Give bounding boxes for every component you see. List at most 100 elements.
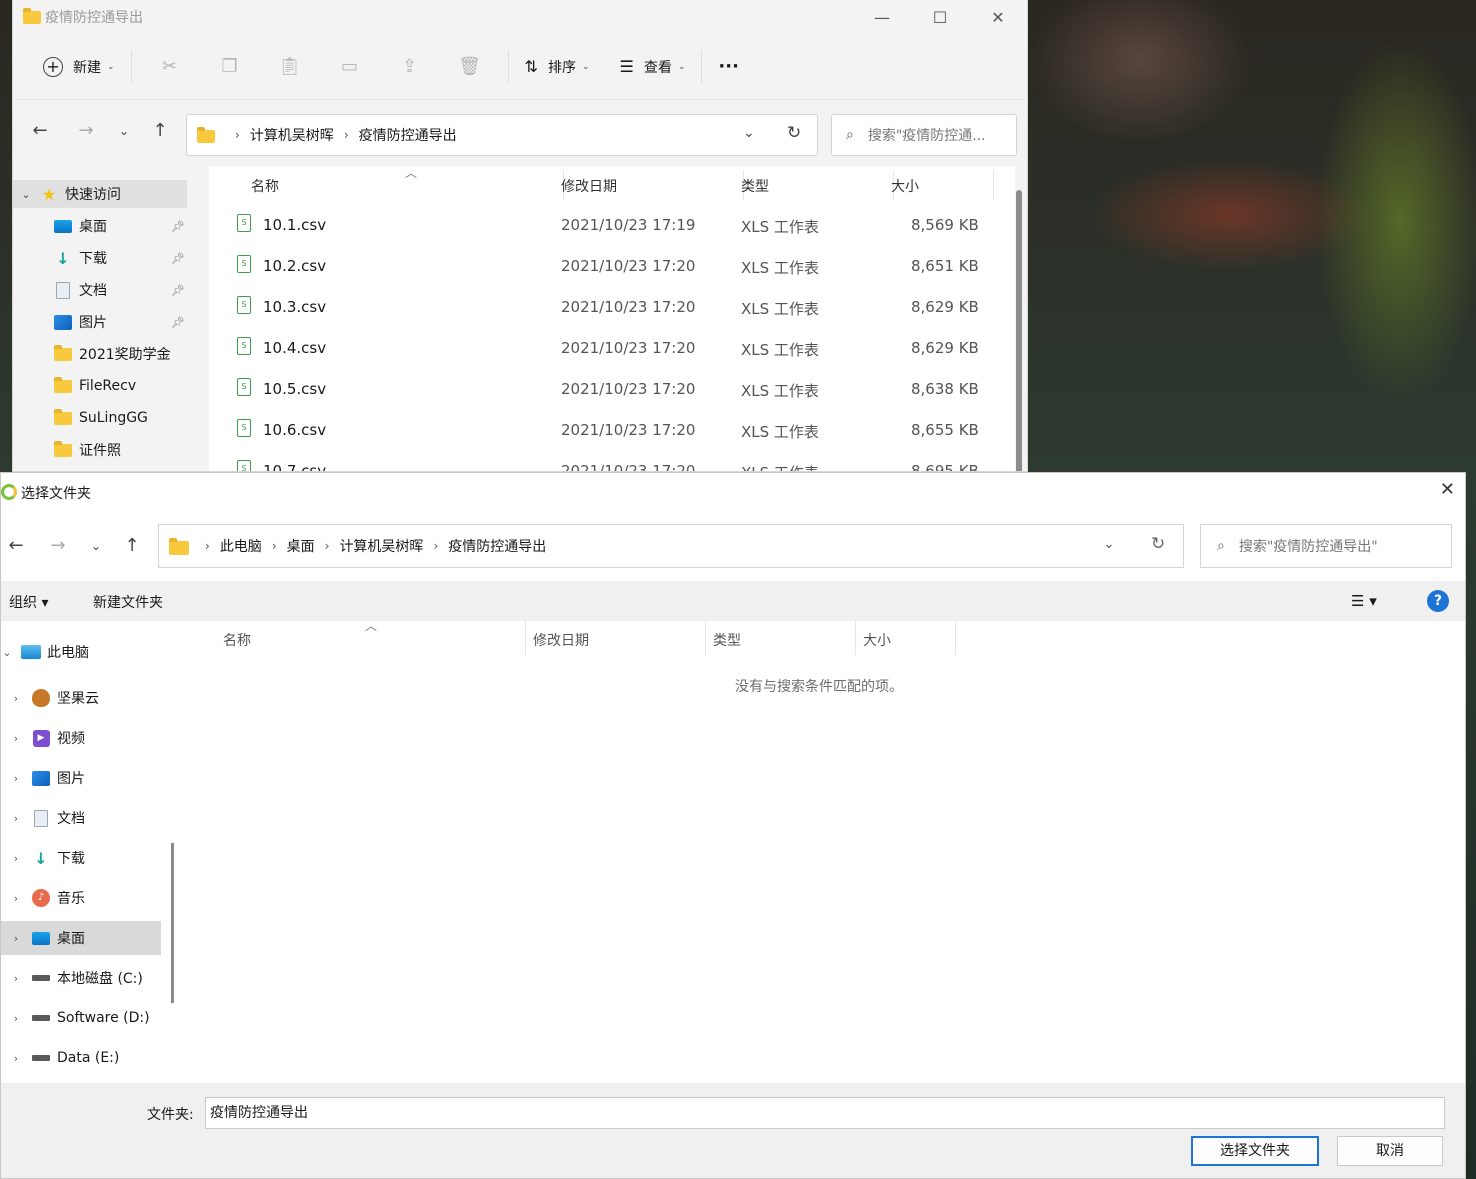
view-options-icon[interactable]: ☰ ▾ bbox=[1351, 592, 1377, 610]
chevron-right-icon[interactable]: › bbox=[1, 1052, 31, 1065]
maximize-button[interactable]: ☐ bbox=[911, 0, 969, 34]
back-arrow-icon[interactable]: ← bbox=[1, 535, 31, 556]
column-header-modified[interactable]: 修改日期 bbox=[561, 176, 617, 196]
dialog-title-bar[interactable]: 选择文件夹 ✕ bbox=[1, 473, 1465, 511]
dialog-address-bar[interactable]: › 此电脑 › 桌面 › 计算机吴树晖 › 疫情防控通导出 ⌄ ↻ bbox=[158, 524, 1184, 568]
breadcrumb-item[interactable]: 此电脑 bbox=[220, 536, 262, 556]
vertical-scrollbar[interactable] bbox=[1016, 190, 1022, 471]
tree-item[interactable]: › 本地磁盘 (C:) bbox=[1, 961, 161, 995]
help-icon[interactable]: ? bbox=[1427, 590, 1449, 612]
more-options-button[interactable]: ··· bbox=[710, 47, 747, 87]
file-row[interactable]: S 10.6.csv 2021/10/23 17:20 XLS 工作表 8,655 KB bbox=[209, 411, 999, 452]
refresh-icon[interactable]: ↻ bbox=[787, 123, 801, 143]
back-arrow-icon[interactable]: ← bbox=[25, 120, 55, 141]
quick-access-item[interactable]: 文档 📌︎ bbox=[13, 276, 187, 304]
csv-file-icon: S bbox=[237, 378, 251, 396]
up-arrow-icon[interactable]: ↑ bbox=[145, 120, 175, 141]
dialog-search-input[interactable]: ⌕ 搜索"疫情防控通导出" bbox=[1200, 524, 1452, 568]
file-row[interactable]: S 10.3.csv 2021/10/23 17:20 XLS 工作表 8,629 KB bbox=[209, 288, 999, 329]
quick-access-item[interactable]: 证件照 bbox=[13, 436, 187, 464]
column-header-size[interactable]: 大小 bbox=[891, 176, 919, 196]
quick-access-item-label: 证件照 bbox=[79, 443, 121, 459]
chevron-right-icon[interactable]: › bbox=[1, 732, 31, 745]
select-folder-button[interactable]: 选择文件夹 bbox=[1191, 1136, 1319, 1166]
quick-access-item[interactable]: ↓ 下载 📌︎ bbox=[13, 244, 187, 272]
copy-icon[interactable]: ❐ bbox=[200, 47, 260, 87]
recent-chevron-icon[interactable]: ⌄ bbox=[109, 124, 139, 138]
close-icon[interactable]: ✕ bbox=[1440, 479, 1455, 500]
quick-access-item[interactable]: ⌄ ★ 快速访问 bbox=[13, 180, 187, 208]
chevron-right-icon[interactable]: › bbox=[1, 1012, 31, 1025]
tree-item[interactable]: › ♪ 音乐 bbox=[1, 881, 161, 915]
up-arrow-icon[interactable]: ↑ bbox=[117, 535, 147, 556]
file-name: 10.3.csv bbox=[263, 298, 327, 316]
refresh-icon[interactable]: ↻ bbox=[1151, 534, 1165, 554]
chevron-down-icon[interactable]: ⌄ bbox=[743, 125, 755, 141]
file-row[interactable]: S 10.7.csv 2021/10/23 17:20 XLS 工作表 8,695 KB bbox=[209, 452, 999, 471]
folder-name-input[interactable]: 疫情防控通导出 bbox=[205, 1097, 1445, 1129]
chevron-right-icon[interactable]: › bbox=[1, 932, 31, 945]
tree-scrollbar[interactable] bbox=[171, 843, 174, 1003]
forward-arrow-icon[interactable]: → bbox=[71, 120, 101, 141]
breadcrumb-item[interactable]: 桌面 bbox=[287, 536, 315, 556]
new-folder-button[interactable]: 新建文件夹 bbox=[93, 592, 163, 612]
tree-item[interactable]: › ▶ 视频 bbox=[1, 721, 161, 755]
paste-icon[interactable]: 📋︎ bbox=[260, 47, 320, 87]
title-bar[interactable]: 疫情防控通导出 — ☐ ✕ bbox=[13, 0, 1027, 34]
quick-access-item[interactable]: SuLingGG bbox=[13, 404, 187, 432]
chevron-right-icon[interactable]: › bbox=[1, 812, 31, 825]
view-button[interactable]: ☰ 查看 ⌄ bbox=[612, 47, 694, 87]
tree-item[interactable]: › 桌面 bbox=[1, 921, 161, 955]
chevron-right-icon[interactable]: › bbox=[1, 852, 31, 865]
quick-access-item[interactable]: 桌面 📌︎ bbox=[13, 212, 187, 240]
chevron-down-icon[interactable]: ⌄ bbox=[1103, 536, 1115, 552]
new-button[interactable]: + 新建 ⌄ bbox=[35, 47, 123, 87]
column-header-type[interactable]: 类型 bbox=[713, 630, 741, 650]
column-header-name[interactable]: 名称 bbox=[251, 176, 279, 196]
column-header-name[interactable]: 名称 bbox=[223, 630, 251, 650]
sort-button[interactable]: ⇅ 排序 ⌄ bbox=[517, 47, 598, 87]
minimize-button[interactable]: — bbox=[853, 0, 911, 34]
tree-item-label: 文档 bbox=[57, 811, 85, 827]
breadcrumb-item[interactable]: 疫情防控通导出 bbox=[359, 125, 457, 145]
address-bar[interactable]: › 计算机吴树晖 › 疫情防控通导出 ⌄ ↻ bbox=[186, 114, 818, 156]
tree-item[interactable]: › Software (D:) bbox=[1, 1001, 161, 1035]
cut-icon[interactable]: ✂ bbox=[140, 47, 200, 87]
organize-button[interactable]: 组织 ▾ bbox=[9, 592, 48, 612]
search-input[interactable]: ⌕ 搜索"疫情防控通... bbox=[831, 114, 1017, 156]
tree-item-label: 此电脑 bbox=[47, 645, 89, 661]
quick-access-item[interactable]: FileRecv bbox=[13, 372, 187, 400]
breadcrumb-item[interactable]: 计算机吴树晖 bbox=[339, 536, 423, 556]
chevron-down-icon[interactable]: ⌄ bbox=[1, 646, 13, 659]
column-header-modified[interactable]: 修改日期 bbox=[533, 630, 589, 650]
file-row[interactable]: S 10.1.csv 2021/10/23 17:19 XLS 工作表 8,569 KB bbox=[209, 206, 999, 247]
rename-icon[interactable]: ▭ bbox=[320, 47, 380, 87]
download-icon: ↓ bbox=[34, 848, 48, 868]
folder-icon bbox=[53, 408, 73, 427]
chevron-right-icon[interactable]: › bbox=[1, 772, 31, 785]
quick-access-item[interactable]: 图片 📌︎ bbox=[13, 308, 187, 336]
chevron-right-icon[interactable]: › bbox=[1, 972, 31, 985]
chevron-right-icon[interactable]: › bbox=[1, 892, 31, 905]
recent-chevron-icon[interactable]: ⌄ bbox=[81, 539, 111, 553]
tree-item[interactable]: › Data (E:) bbox=[1, 1041, 161, 1075]
file-row[interactable]: S 10.2.csv 2021/10/23 17:20 XLS 工作表 8,651 KB bbox=[209, 247, 999, 288]
column-header-type[interactable]: 类型 bbox=[741, 176, 769, 196]
file-row[interactable]: S 10.4.csv 2021/10/23 17:20 XLS 工作表 8,629 KB bbox=[209, 329, 999, 370]
breadcrumb-item[interactable]: 计算机吴树晖 bbox=[250, 125, 334, 145]
tree-item[interactable]: › 坚果云 bbox=[1, 681, 161, 715]
chevron-right-icon[interactable]: › bbox=[1, 692, 31, 705]
breadcrumb-item[interactable]: 疫情防控通导出 bbox=[448, 536, 546, 556]
tree-item[interactable]: › 文档 bbox=[1, 801, 161, 835]
file-row[interactable]: S 10.5.csv 2021/10/23 17:20 XLS 工作表 8,638 KB bbox=[209, 370, 999, 411]
column-header-size[interactable]: 大小 bbox=[863, 630, 891, 650]
tree-item[interactable]: › ↓ 下载 bbox=[1, 841, 161, 875]
close-button[interactable]: ✕ bbox=[969, 0, 1027, 34]
tree-item[interactable]: ⌄ 此电脑 bbox=[1, 635, 161, 669]
forward-arrow-icon[interactable]: → bbox=[43, 535, 73, 556]
cancel-button[interactable]: 取消 bbox=[1337, 1136, 1443, 1166]
tree-item[interactable]: › 图片 bbox=[1, 761, 161, 795]
share-icon[interactable]: ⇪ bbox=[380, 47, 440, 87]
delete-icon[interactable]: 🗑︎ bbox=[440, 47, 500, 87]
quick-access-item[interactable]: 2021奖助学金 bbox=[13, 340, 187, 368]
